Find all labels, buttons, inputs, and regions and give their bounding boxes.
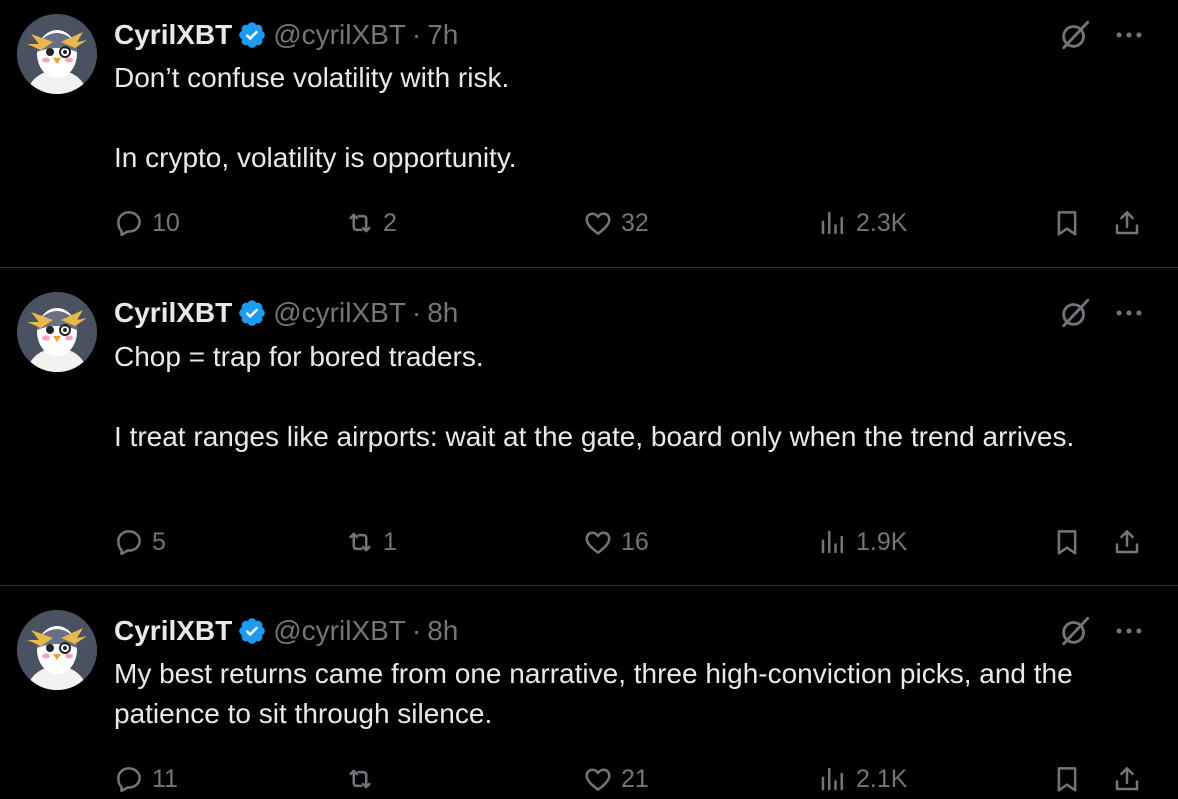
display-name[interactable]: CyrilXBT	[114, 295, 232, 331]
reply-icon	[114, 208, 144, 238]
like-button[interactable]: 16	[583, 522, 649, 562]
display-name[interactable]: CyrilXBT	[114, 17, 232, 53]
timestamp[interactable]: 8h	[427, 295, 458, 331]
separator: ·	[411, 297, 422, 328]
reply-count: 11	[152, 764, 178, 793]
retweet-button[interactable]: 2	[345, 203, 397, 243]
views-button[interactable]: 1.9K	[818, 522, 907, 562]
grok-icon[interactable]	[1058, 18, 1092, 52]
tweet-3[interactable]: CyrilXBT @cyrilXBT · 8h My best returns …	[0, 586, 1178, 795]
verified-badge-icon	[237, 616, 267, 646]
like-button[interactable]: 21	[583, 759, 649, 799]
share-button[interactable]	[1112, 759, 1142, 799]
separator: ·	[411, 19, 422, 50]
heart-icon	[583, 764, 613, 794]
avatar[interactable]	[17, 292, 97, 372]
action-bar: 11 21 2.1K	[0, 759, 1178, 799]
share-icon	[1112, 764, 1142, 794]
grok-icon[interactable]	[1058, 614, 1092, 648]
retweet-icon	[345, 764, 375, 794]
action-bar: 10 2 32 2.3K	[0, 203, 1178, 243]
bar-chart-icon	[818, 527, 848, 557]
like-count: 16	[621, 527, 649, 556]
bookmark-button[interactable]	[1052, 203, 1082, 243]
heart-icon	[583, 527, 613, 557]
tweet-text: Don’t confuse volatility with risk. In c…	[114, 62, 517, 173]
retweet-icon	[345, 527, 375, 557]
timestamp[interactable]: 7h	[427, 17, 458, 53]
display-name[interactable]: CyrilXBT	[114, 613, 232, 649]
like-count: 32	[621, 208, 649, 237]
bookmark-icon	[1052, 764, 1082, 794]
share-button[interactable]	[1112, 203, 1142, 243]
reply-count: 5	[152, 527, 166, 556]
retweet-icon	[345, 208, 375, 238]
retweet-button[interactable]: 1	[345, 522, 397, 562]
reply-button[interactable]: 10	[114, 203, 180, 243]
verified-badge-icon	[237, 298, 267, 328]
handle[interactable]: @cyrilXBT	[273, 613, 406, 649]
like-count: 21	[621, 764, 649, 793]
bookmark-icon	[1052, 208, 1082, 238]
handle[interactable]: @cyrilXBT	[273, 295, 406, 331]
separator: ·	[411, 615, 422, 646]
retweet-count: 2	[383, 208, 397, 237]
views-button[interactable]: 2.1K	[818, 759, 907, 799]
grok-icon[interactable]	[1058, 296, 1092, 330]
share-icon	[1112, 208, 1142, 238]
retweet-count: 1	[383, 527, 397, 556]
timestamp[interactable]: 8h	[427, 613, 458, 649]
tweet-header: CyrilXBT @cyrilXBT · 7h	[114, 17, 458, 53]
heart-icon	[583, 208, 613, 238]
reply-button[interactable]: 5	[114, 522, 166, 562]
retweet-button[interactable]	[345, 759, 383, 799]
view-count: 1.9K	[856, 527, 908, 556]
tweet-header: CyrilXBT @cyrilXBT · 8h	[114, 613, 458, 649]
bookmark-button[interactable]	[1052, 522, 1082, 562]
like-button[interactable]: 32	[583, 203, 649, 243]
bar-chart-icon	[818, 208, 848, 238]
tweet-text: Chop = trap for bored traders. I treat r…	[114, 341, 1075, 452]
view-count: 2.3K	[856, 208, 908, 237]
tweet-header: CyrilXBT @cyrilXBT · 8h	[114, 295, 458, 331]
more-options-icon[interactable]	[1112, 296, 1146, 330]
more-options-icon[interactable]	[1112, 614, 1146, 648]
reply-icon	[114, 527, 144, 557]
share-icon	[1112, 527, 1142, 557]
tweet-2[interactable]: CyrilXBT @cyrilXBT · 8h Chop = trap for …	[0, 268, 1178, 585]
verified-badge-icon	[237, 20, 267, 50]
handle[interactable]: @cyrilXBT	[273, 17, 406, 53]
reply-button[interactable]: 11	[114, 759, 178, 799]
view-count: 2.1K	[856, 764, 908, 793]
bookmark-icon	[1052, 527, 1082, 557]
tweet-text: My best returns came from one narrative,…	[114, 658, 1073, 729]
more-options-icon[interactable]	[1112, 18, 1146, 52]
reply-count: 10	[152, 208, 180, 237]
reply-icon	[114, 764, 144, 794]
share-button[interactable]	[1112, 522, 1142, 562]
action-bar: 5 1 16 1.9K	[0, 522, 1178, 562]
bar-chart-icon	[818, 764, 848, 794]
tweet-1[interactable]: CyrilXBT @cyrilXBT · 7h Don’t confuse vo…	[0, 0, 1178, 267]
views-button[interactable]: 2.3K	[818, 203, 907, 243]
bookmark-button[interactable]	[1052, 759, 1082, 799]
avatar[interactable]	[17, 610, 97, 690]
avatar[interactable]	[17, 14, 97, 94]
